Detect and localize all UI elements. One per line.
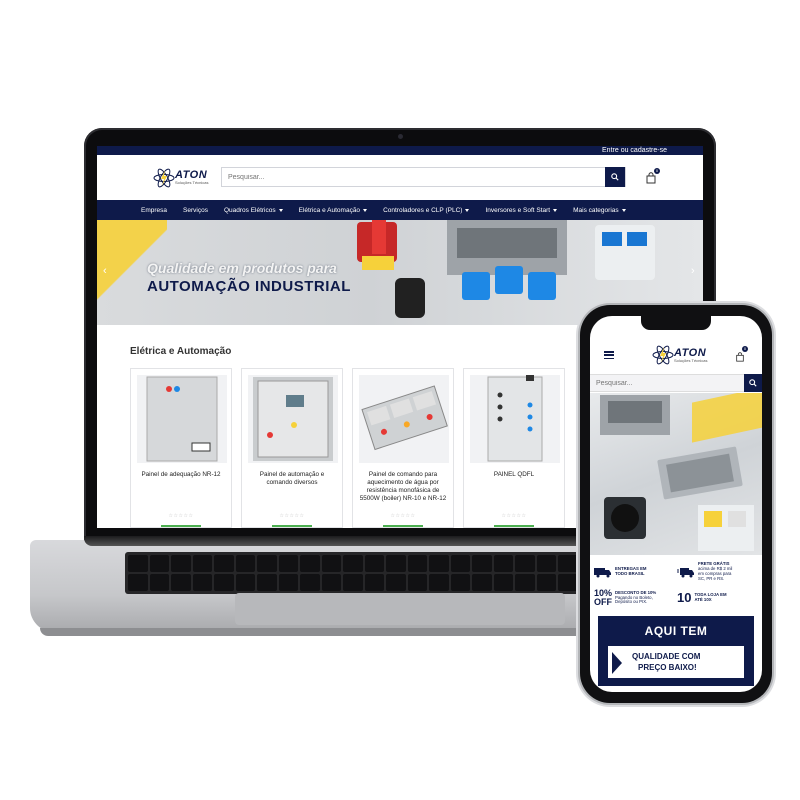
site-logo[interactable]: ATON Soluções Técnicas [652, 344, 708, 366]
benefit-shipping: ENTREGAS EM TODO BRASIL [594, 560, 675, 584]
nav-item-empresa[interactable]: Empresa [141, 207, 167, 214]
banner-product-image [600, 395, 754, 551]
product-title[interactable]: Painel de adequação NR-12 [135, 471, 227, 479]
promo-line1: QUALIDADE COM [632, 652, 701, 661]
benefit-installments: 10 TODA LOJA EM ATÉ 10X [677, 586, 758, 610]
card-accent [161, 525, 201, 527]
rating-stars: ☆☆☆☆☆ [390, 513, 416, 519]
product-title[interactable]: Painel de automação e comando diversos [246, 471, 338, 487]
chevron-down-icon [278, 208, 283, 212]
atom-logo-icon [652, 345, 674, 365]
mobile-search-bar [590, 374, 762, 392]
cart-count-badge: 0 [742, 346, 748, 352]
chevron-down-icon [621, 208, 626, 212]
truck-icon [594, 568, 611, 578]
top-bar: Entre ou cadastre-se [97, 146, 703, 155]
benefit-free-shipping: FRETE GRÁTIS acima de R$ 2 mil em compras … [677, 560, 758, 584]
search-button[interactable] [744, 374, 762, 392]
rating-stars: ☆☆☆☆☆ [279, 513, 305, 519]
chevron-down-icon [465, 208, 470, 212]
main-navigation: Empresa Serviços Quadros Elétricos Elétr… [97, 200, 703, 220]
search-input[interactable] [590, 375, 744, 391]
product-image [470, 375, 560, 463]
site-header: ATON Soluções Técnicas 0 [97, 155, 703, 200]
nav-item-controladores[interactable]: Controladores e CLP (PLC) [383, 207, 470, 214]
search-input[interactable] [222, 168, 605, 186]
keyboard [125, 552, 645, 594]
product-card[interactable]: Painel de adequação NR-12 ☆☆☆☆☆ [130, 368, 232, 528]
benefit-shipping-line2: TODO BRASIL [615, 571, 645, 576]
nav-item-servicos[interactable]: Serviços [183, 207, 208, 214]
mobile-hero-banner[interactable] [590, 393, 762, 555]
product-grid: Painel de adequação NR-12 ☆☆☆☆☆ Painel d… [130, 368, 565, 528]
chevron-left-icon[interactable]: ‹ [103, 266, 113, 277]
banner-subheadline: AUTOMAÇÃO INDUSTRIAL [147, 278, 351, 295]
shopping-bag-icon [736, 352, 744, 362]
logo-name: ATON [674, 346, 707, 359]
logo-tagline: Soluções Técnicas [175, 180, 209, 185]
promo-line2: PREÇO BAIXO! [638, 663, 697, 672]
phone-notch [641, 316, 711, 330]
installments-number: 10 [677, 589, 692, 605]
benefit-discount-line3: Depósito ou PIX. [615, 599, 648, 605]
login-link[interactable]: Entre ou cadastre-se [602, 147, 667, 154]
rating-stars: ☆☆☆☆☆ [501, 513, 527, 519]
promo-title: AQUI TEM [644, 624, 708, 638]
nav-item-quadros-eletricos[interactable]: Quadros Elétricos [224, 207, 283, 214]
product-card[interactable]: Painel de comando para aquecimento de ág… [352, 368, 454, 528]
atom-logo-icon [153, 168, 175, 187]
card-accent [272, 525, 312, 527]
trackpad [235, 593, 565, 625]
benefit-installments-line2: ATÉ 10X [694, 597, 712, 602]
benefit-discount: 10% OFF DESCONTO DE 10% Pagando no Boleto,… [594, 586, 675, 610]
chevron-down-icon [363, 208, 368, 212]
search-icon [611, 173, 619, 181]
promo-box: QUALIDADE COM PREÇO BAIXO! [606, 644, 746, 680]
section-title: Elétrica e Automação [130, 346, 232, 357]
mobile-website: ATON Soluções Técnicas 0 Pesquisar... EN… [590, 316, 762, 692]
banner-headline: Qualidade em produtos para [147, 260, 337, 276]
product-image [137, 375, 227, 463]
card-accent [494, 525, 534, 527]
search-bar [221, 167, 626, 187]
product-card[interactable]: Painel de automação e comando diversos ☆… [241, 368, 343, 528]
site-logo[interactable]: ATON Soluções Técnicas [153, 167, 209, 189]
cart-button[interactable]: 0 [735, 346, 748, 362]
benefit-free-line4: SC, PR e RS. [698, 575, 725, 581]
product-card[interactable]: PAINEL QDFL ☆☆☆☆☆ [463, 368, 565, 528]
nav-item-inversores[interactable]: Inversores e Soft Start [485, 207, 558, 214]
rating-stars: ☆☆☆☆☆ [168, 513, 194, 519]
product-title[interactable]: PAINEL QDFL [468, 471, 560, 479]
search-icon [749, 379, 757, 387]
camera-icon [398, 134, 403, 139]
product-title[interactable]: Painel de comando para aquecimento de ág… [357, 471, 449, 502]
chevron-down-icon [553, 208, 558, 212]
product-image [248, 375, 338, 463]
hamburger-menu-icon[interactable] [604, 351, 614, 359]
fast-truck-icon [677, 568, 694, 578]
promo-banner[interactable]: AQUI TEM QUALIDADE COM PREÇO BAIXO! [598, 616, 754, 686]
chevron-right-icon[interactable]: › [691, 266, 701, 277]
nav-item-eletrica-automacao[interactable]: Elétrica e Automação [299, 207, 368, 214]
benefits-strip: ENTREGAS EM TODO BRASIL FRETE GRÁTIS acima… [590, 556, 762, 614]
chevron-right-icon [612, 652, 622, 674]
product-image [359, 375, 449, 463]
cart-count-badge: 0 [654, 168, 660, 174]
logo-tagline: Soluções Técnicas [674, 357, 708, 363]
search-button[interactable] [605, 167, 625, 187]
card-accent [383, 525, 423, 527]
cart-button[interactable]: 0 [645, 168, 660, 184]
nav-item-mais-categorias[interactable]: Mais categorias [573, 207, 626, 214]
discount-off: OFF [594, 597, 612, 607]
